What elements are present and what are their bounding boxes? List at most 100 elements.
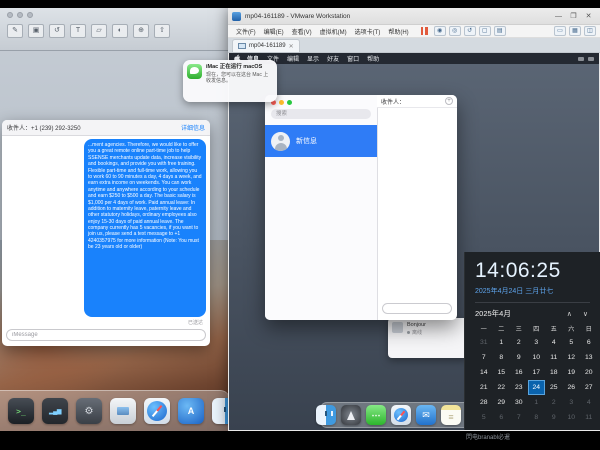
search-input[interactable]: 搜索 [271,109,371,119]
imessage-input[interactable] [6,329,206,341]
close-button[interactable]: ✕ [581,10,596,23]
calendar-day[interactable]: 30 [510,395,528,410]
minimize-button[interactable]: — [551,10,566,23]
vmware-menu-item[interactable]: 查看(V) [288,27,316,36]
calendar-day[interactable]: 27 [580,380,598,395]
system-monitor-icon[interactable] [42,398,68,424]
calendar-day[interactable]: 9 [545,410,563,425]
calendar-day[interactable]: 10 [528,350,546,365]
snapshot-icon[interactable]: ◎ [449,26,461,36]
calendar-day[interactable]: 31 [475,335,493,350]
app-store-icon[interactable] [178,398,204,424]
calendar-day[interactable]: 29 [493,395,511,410]
calendar-day[interactable]: 1 [493,335,511,350]
calendar-day[interactable]: 6 [580,335,598,350]
calendar-day[interactable]: 16 [510,365,528,380]
text-icon[interactable]: T [70,24,86,38]
calendar-prev-icon[interactable]: ∧ [567,310,572,318]
rotate-icon[interactable]: ↺ [49,24,65,38]
conversation-row-selected[interactable]: 新信息 [265,125,377,157]
calendar-day[interactable]: 18 [545,365,563,380]
calendar-day[interactable]: 1 [528,395,546,410]
calendar-day[interactable]: 2 [545,395,563,410]
power-icon[interactable]: ◉ [434,26,446,36]
vm-menu-item[interactable]: 编辑 [283,54,303,63]
calendar-day[interactable]: 6 [493,410,511,425]
minimize-icon[interactable] [279,100,284,105]
maximize-button[interactable]: ❐ [566,10,581,23]
details-button[interactable]: 详细信息 [181,123,205,132]
vmware-menu-item[interactable]: 编辑(E) [260,27,288,36]
calendar-day[interactable]: 11 [580,410,598,425]
vmware-menu-item[interactable]: 文件(F) [232,27,260,36]
calendar-day[interactable]: 8 [528,410,546,425]
calendar-day[interactable]: 5 [563,335,581,350]
calendar-day[interactable]: 20 [580,365,598,380]
calendar-day[interactable]: 15 [493,365,511,380]
vm-tab[interactable]: mp04-161189 ✕ [232,39,300,52]
calendar-day[interactable]: 8 [493,350,511,365]
calendar-day[interactable]: 2 [510,335,528,350]
calendar-day[interactable]: 3 [563,395,581,410]
revert-icon[interactable]: ↺ [464,26,476,36]
crop-icon[interactable]: ▣ [28,24,44,38]
safari-icon[interactable] [144,398,170,424]
vm-menu-item[interactable]: 帮助 [363,54,383,63]
terminal-icon[interactable] [8,398,34,424]
vmware-menu-item[interactable]: 选项卡(T) [351,27,385,36]
zoom-icon[interactable] [287,100,292,105]
calendar-day[interactable]: 21 [475,380,493,395]
calendar-day[interactable]: 25 [545,380,563,395]
thumbnail-bar-icon[interactable]: ▦ [569,26,581,36]
preview-icon[interactable] [110,398,136,424]
calendar-day[interactable]: 12 [563,350,581,365]
finder-icon[interactable] [316,405,336,425]
calendar-day[interactable]: 7 [510,410,528,425]
menubar-status-icons[interactable] [578,57,594,61]
message-input[interactable] [382,303,452,314]
utilities-icon[interactable] [76,398,102,424]
clock-date-link[interactable]: 2025年4月24日 三月廿七 [475,286,600,296]
calendar-month-label[interactable]: 2025年4月 [475,308,511,319]
to-field-row[interactable]: 收件人： + [377,95,457,108]
vmware-menu-item[interactable]: 帮助(H) [384,27,412,36]
messages-icon[interactable] [366,405,386,425]
vm-menu-item[interactable]: 显示 [303,54,323,63]
adjust-icon[interactable]: ◐ [112,24,128,38]
calendar-day[interactable]: 10 [563,410,581,425]
calendar-day[interactable]: 23 [510,380,528,395]
calendar-day[interactable]: 17 [528,365,546,380]
tab-close-icon[interactable]: ✕ [289,43,294,50]
console-view-icon[interactable]: ▭ [554,26,566,36]
calendar-day[interactable]: 22 [493,380,511,395]
launchpad-icon[interactable] [341,405,361,425]
calendar-day[interactable]: 14 [475,365,493,380]
calendar-day[interactable]: 28 [475,395,493,410]
calendar-day[interactable]: 4 [545,335,563,350]
shapes-icon[interactable]: ▱ [91,24,107,38]
fullscreen-view-icon[interactable]: ◫ [584,26,596,36]
calendar-day[interactable]: 13 [580,350,598,365]
vmware-menu-item[interactable]: 虚拟机(M) [316,27,351,36]
calendar-day[interactable]: 4 [580,395,598,410]
vm-menu-item[interactable]: 好友 [323,54,343,63]
calendar-day[interactable]: 5 [475,410,493,425]
safari-icon[interactable] [391,405,411,425]
calendar-next-icon[interactable]: ∨ [583,310,588,318]
notes-icon[interactable] [441,405,461,425]
markup-icon[interactable]: ✎ [7,24,23,38]
traffic-lights[interactable] [271,100,292,105]
calendar-day[interactable]: 24 [528,380,546,395]
library-icon[interactable]: ▤ [494,26,506,36]
buddies-panel[interactable]: Bonjour 离线 [388,318,468,358]
mail-icon[interactable] [416,405,436,425]
vm-menu-item[interactable]: 窗口 [343,54,363,63]
calendar-day[interactable]: 9 [510,350,528,365]
calendar-day[interactable]: 7 [475,350,493,365]
zoom-icon[interactable]: ⊕ [133,24,149,38]
calendar-day[interactable]: 19 [563,365,581,380]
notification-banner[interactable]: iMac 正在运行 macOS 现在，您可以在这台 Mac 上收发信息。 [183,60,277,102]
calendar-day[interactable]: 26 [563,380,581,395]
traffic-lights[interactable] [7,12,33,18]
add-recipient-button[interactable]: + [445,97,453,105]
